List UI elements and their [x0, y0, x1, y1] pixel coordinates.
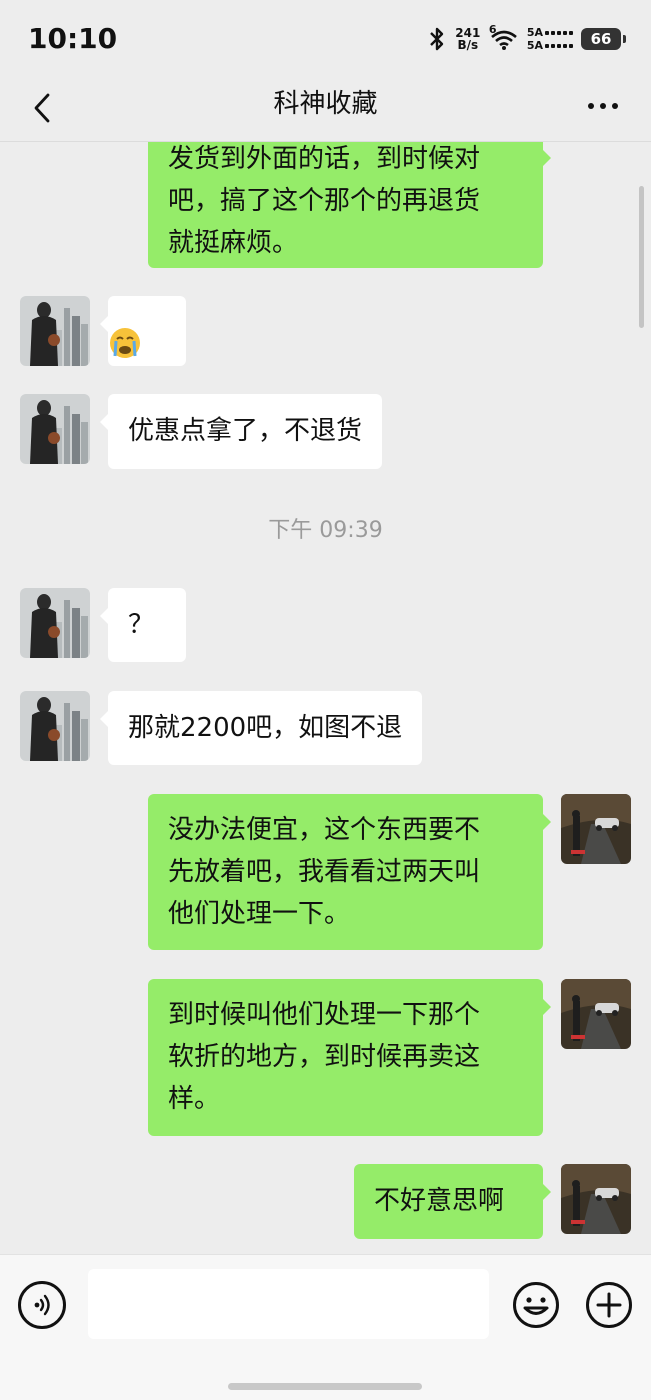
timestamp-divider: 下午 09:39: [268, 518, 383, 543]
self-avatar[interactable]: [561, 979, 631, 1049]
message-bubble-self[interactable]: 没办法便宜，这个东西要不 先放着吧，我看看过两天叫 他们处理一下。: [148, 794, 551, 950]
status-icons: 241 B/s 6 5A 5A 66: [427, 23, 626, 54]
message-input-bar: [0, 1254, 651, 1400]
message-bubble-other[interactable]: ？: [100, 588, 186, 662]
message-bubble-other[interactable]: 那就2200吧，如图不退: [99, 691, 423, 765]
wifi-icon: 6: [489, 23, 519, 51]
bluetooth-icon: [429, 27, 444, 51]
voice-input-button[interactable]: [18, 1281, 66, 1329]
emoji-icon: [513, 1282, 559, 1328]
contact-avatar[interactable]: [20, 394, 90, 464]
cell-signal-icon: 5A 5A: [527, 27, 573, 51]
contact-avatar[interactable]: [20, 296, 90, 366]
plus-icon: [586, 1282, 632, 1328]
chat-message-list[interactable]: 发货到外面的话，到时候对 吧，搞了这个那个的再退货 就挺麻烦。 优惠点拿了，不退…: [0, 142, 651, 1254]
self-avatar[interactable]: [561, 1164, 631, 1234]
message-bubble-self[interactable]: 发货到外面的话，到时候对 吧，搞了这个那个的再退货 就挺麻烦。: [148, 142, 551, 268]
chat-scrollbar[interactable]: [639, 186, 644, 328]
message-bubble-self[interactable]: 不好意思啊: [354, 1164, 551, 1239]
contact-avatar[interactable]: [20, 588, 90, 658]
self-avatar[interactable]: [561, 794, 631, 864]
home-indicator[interactable]: [228, 1383, 422, 1390]
status-time: 10:10: [28, 22, 118, 55]
sim2-label: 5A: [526, 39, 543, 52]
wifi-label: 6: [488, 23, 497, 36]
emoji-button[interactable]: [512, 1281, 560, 1329]
message-bubble-other[interactable]: [100, 296, 186, 366]
message-text-input[interactable]: [88, 1269, 489, 1339]
battery-level: 66: [590, 30, 612, 48]
crying-face-emoji: [108, 266, 186, 396]
message-bubble-self[interactable]: 到时候叫他们处理一下那个 软折的地方，到时候再卖这 样。: [148, 979, 551, 1136]
chat-header: 科神收藏: [0, 76, 651, 142]
sim1-label: 5A: [526, 26, 543, 39]
contact-avatar[interactable]: [20, 691, 90, 761]
more-options-button[interactable]: [583, 90, 623, 122]
network-speed-unit: B/s: [457, 38, 479, 52]
chat-title: 科神收藏: [273, 89, 378, 119]
status-bar: 10:10 241 B/s 6 5A 5A 66: [0, 0, 651, 76]
message-bubble-other[interactable]: 优惠点拿了，不退货: [99, 394, 383, 469]
more-functions-button[interactable]: [585, 1281, 633, 1329]
voice-icon: [34, 1294, 50, 1316]
network-speed: 241 B/s: [455, 27, 481, 51]
more-dots-icon: [588, 103, 594, 109]
battery-icon: 66: [581, 28, 626, 50]
